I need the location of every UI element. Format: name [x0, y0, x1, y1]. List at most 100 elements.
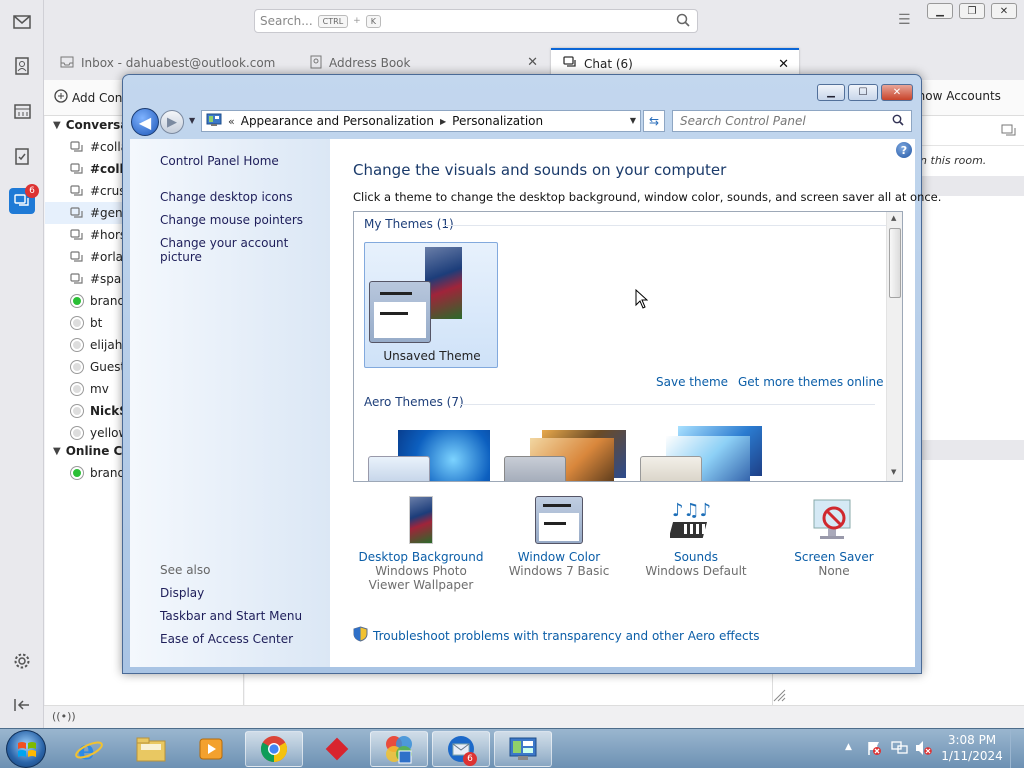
offline-status-icon: [69, 316, 85, 330]
display-link[interactable]: Display: [160, 586, 204, 600]
tab-address-book-label: Address Book: [329, 56, 411, 70]
chat-room-icon: [69, 162, 85, 176]
shortcut-plus: +: [353, 16, 361, 26]
help-icon[interactable]: ?: [896, 142, 912, 158]
media-player-icon: [199, 738, 223, 760]
troubleshoot-label: Troubleshoot problems with transparency …: [373, 628, 760, 643]
online-activity-icon[interactable]: ((•)): [52, 710, 76, 723]
chat-room-icon: [69, 206, 85, 220]
chevron-down-icon: ▼: [53, 119, 61, 131]
scroll-down-icon[interactable]: ▼: [891, 468, 896, 476]
spaces-toolbar: 6: [0, 0, 44, 728]
offline-status-icon: [69, 426, 85, 440]
cp-minimize-button[interactable]: ▁: [817, 84, 845, 101]
desktop-background-item[interactable]: Desktop Background Windows Photo Viewer …: [356, 496, 486, 592]
breadcrumb-personalization[interactable]: Personalization: [452, 114, 543, 128]
control-panel-search-input[interactable]: Search Control Panel: [672, 110, 912, 132]
cp-close-button[interactable]: ✕: [881, 84, 913, 101]
tab-inbox-label: Inbox - dahuabest@outlook.com: [81, 56, 276, 70]
chat-space-icon[interactable]: 6: [9, 184, 39, 214]
window-color-item[interactable]: Window Color Windows 7 Basic: [494, 496, 624, 578]
volume-muted-icon[interactable]: [915, 740, 932, 759]
tasks-icon[interactable]: [9, 143, 35, 169]
tb-close-button[interactable]: ✕: [991, 3, 1017, 19]
ease-of-access-link[interactable]: Ease of Access Center: [160, 632, 293, 646]
change-desktop-icons-link[interactable]: Change desktop icons: [160, 190, 293, 204]
shield-icon: [353, 626, 368, 645]
chat-topic-icon[interactable]: [1001, 124, 1017, 142]
change-account-picture-link[interactable]: Change your account picture: [160, 236, 330, 264]
theme-list-scrollbar[interactable]: ▲ ▼: [886, 212, 902, 481]
page-title: Change the visuals and sounds on your co…: [353, 161, 727, 179]
calendar-icon[interactable]: [9, 98, 35, 124]
explorer-taskbar-button[interactable]: [122, 731, 180, 767]
scroll-up-icon[interactable]: ▲: [891, 214, 896, 222]
taskbar-clock[interactable]: 3:08 PM 1/11/2024: [935, 732, 1009, 764]
address-dropdown-icon[interactable]: ▼: [630, 116, 636, 125]
start-button[interactable]: [6, 730, 46, 768]
unsaved-theme-tile[interactable]: Unsaved Theme: [364, 242, 498, 368]
window-color-value: Windows 7 Basic: [508, 564, 610, 578]
back-arrow-icon[interactable]: ◀: [131, 108, 159, 136]
change-mouse-pointers-link[interactable]: Change mouse pointers: [160, 213, 303, 227]
save-theme-link[interactable]: Save theme: [656, 375, 728, 389]
internet-explorer-taskbar-button[interactable]: e: [60, 731, 118, 767]
mail-icon[interactable]: [9, 9, 35, 35]
cp-maximize-button[interactable]: ☐: [848, 84, 878, 101]
close-tab-icon[interactable]: ✕: [778, 57, 789, 72]
screen-saver-item[interactable]: Screen Saver None: [769, 496, 899, 578]
search-placeholder: Search...: [260, 14, 313, 28]
aero-theme-characters-tile[interactable]: [640, 424, 766, 481]
troubleshoot-link[interactable]: Troubleshoot problems with transparency …: [353, 626, 760, 645]
sounds-item[interactable]: ♪♫♪ Sounds Windows Default: [631, 496, 761, 578]
breadcrumb-arrow-icon[interactable]: ▶: [440, 117, 446, 126]
control-panel-taskbar-button[interactable]: [494, 731, 552, 767]
forward-arrow-icon[interactable]: ▶: [160, 110, 184, 134]
thunderbird-taskbar-button[interactable]: 6: [432, 731, 490, 767]
app-red-diamond-taskbar-button[interactable]: [308, 731, 366, 767]
control-panel-icon: [206, 113, 222, 130]
address-breadcrumb[interactable]: « Appearance and Personalization ▶ Perso…: [201, 110, 641, 132]
tb-minimize-button[interactable]: ▁: [927, 3, 953, 19]
thunderbird-unread-badge: 6: [463, 752, 477, 766]
window-color-preview: [640, 456, 702, 481]
close-tab-icon[interactable]: ✕: [527, 55, 538, 70]
chrome-taskbar-button[interactable]: [245, 731, 303, 767]
folder-icon: [136, 737, 166, 762]
scroll-thumb[interactable]: [889, 228, 901, 298]
recent-pages-dropdown-icon[interactable]: ▼: [189, 116, 195, 125]
control-panel-home-link[interactable]: Control Panel Home: [160, 154, 279, 168]
control-panel-body: Control Panel Home Change desktop icons …: [130, 139, 941, 667]
action-center-flag-icon[interactable]: [866, 740, 882, 759]
refresh-icon[interactable]: ⇆: [643, 110, 665, 132]
taskbar-start-menu-link[interactable]: Taskbar and Start Menu: [160, 609, 302, 623]
desktop-background-value: Windows Photo Viewer Wallpaper: [368, 564, 474, 592]
media-player-taskbar-button[interactable]: [182, 731, 240, 767]
chat-room-icon: [69, 228, 85, 242]
resize-grip-icon[interactable]: [772, 688, 790, 702]
section-divider: [460, 404, 875, 405]
address-book-icon[interactable]: [9, 53, 35, 79]
control-panel-color-taskbar-button[interactable]: [370, 731, 428, 767]
offline-status-icon: [69, 338, 85, 352]
app-menu-icon[interactable]: ☰: [898, 12, 911, 28]
show-accounts-button[interactable]: Show Accounts: [910, 89, 1001, 103]
global-search-input[interactable]: Search... CTRL + K: [254, 9, 698, 33]
control-panel-icon: [509, 737, 537, 760]
offline-status-icon: [69, 382, 85, 396]
get-more-themes-link[interactable]: Get more themes online: [738, 375, 884, 389]
show-desktop-button[interactable]: [1010, 729, 1024, 768]
shortcut-ctrl: CTRL: [317, 14, 349, 28]
aero-theme-architecture-tile[interactable]: [504, 424, 630, 481]
show-hidden-icons-icon[interactable]: ▲: [845, 742, 852, 752]
sounds-label: Sounds: [673, 550, 719, 564]
tb-restore-button[interactable]: ❐: [959, 3, 985, 19]
network-icon[interactable]: [891, 740, 908, 759]
unsaved-theme-label: Unsaved Theme: [383, 349, 481, 363]
aero-theme-windows7-tile[interactable]: [368, 430, 494, 481]
clock-date: 1/11/2024: [941, 749, 1003, 763]
collapse-spaces-icon[interactable]: [9, 692, 35, 718]
breadcrumb-overflow-icon[interactable]: «: [228, 115, 235, 128]
settings-gear-icon[interactable]: [9, 648, 35, 674]
breadcrumb-appearance[interactable]: Appearance and Personalization: [241, 114, 434, 128]
